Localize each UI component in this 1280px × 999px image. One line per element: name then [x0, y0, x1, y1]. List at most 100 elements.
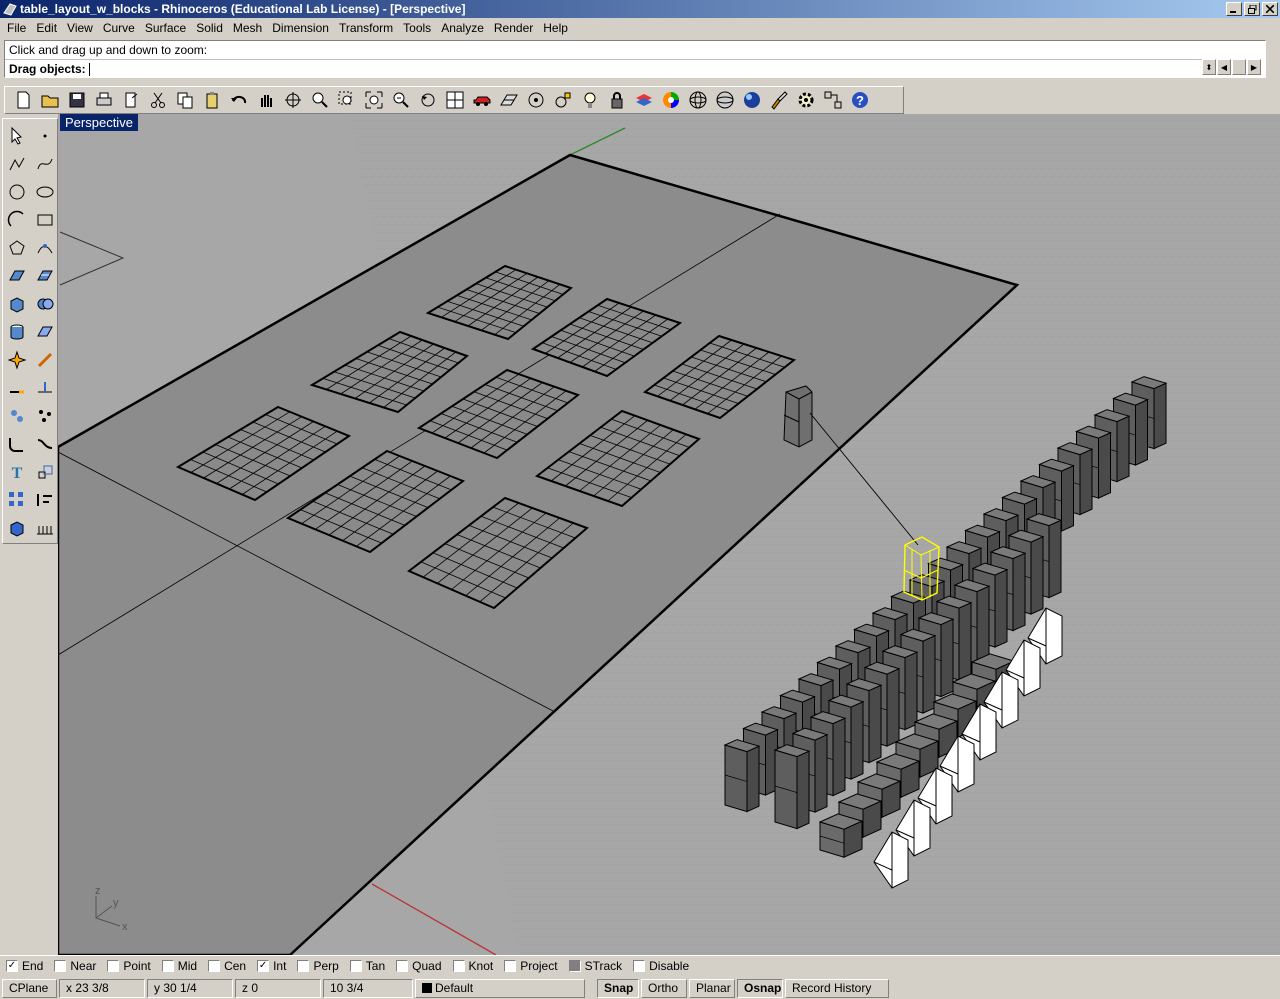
osnap-checkbox[interactable]: [396, 960, 409, 972]
menu-edit[interactable]: Edit: [31, 21, 62, 35]
osnap-checkbox[interactable]: [504, 960, 517, 972]
undo-view-button[interactable]: [414, 87, 441, 113]
patch-tool[interactable]: [32, 319, 58, 345]
align-tool[interactable]: [32, 487, 58, 513]
surface-tool[interactable]: [4, 263, 30, 289]
osnap-checkbox[interactable]: [349, 960, 362, 972]
ortho-toggle[interactable]: Ortho: [641, 978, 687, 998]
menu-solid[interactable]: Solid: [191, 21, 228, 35]
menu-dimension[interactable]: Dimension: [267, 21, 334, 35]
blend-tool[interactable]: [32, 431, 58, 457]
pan-button[interactable]: [252, 87, 279, 113]
menu-transform[interactable]: Transform: [334, 21, 398, 35]
osnap-checkbox[interactable]: [208, 960, 221, 972]
fillet-tool[interactable]: [4, 431, 30, 457]
planar-toggle[interactable]: Planar: [689, 978, 735, 998]
menu-file[interactable]: File: [2, 21, 31, 35]
osnap-disable[interactable]: Disable: [633, 959, 689, 973]
osnap-checkbox[interactable]: ✓: [6, 960, 18, 972]
snap-toggle[interactable]: Snap: [597, 978, 639, 998]
osnap-checkbox[interactable]: [633, 960, 646, 972]
menu-help[interactable]: Help: [538, 21, 573, 35]
osnap-tan[interactable]: Tan: [349, 959, 385, 973]
osnap-button[interactable]: [549, 87, 576, 113]
toolbar-layout-button[interactable]: [819, 87, 846, 113]
osnap-checkbox[interactable]: [161, 960, 174, 972]
osnap-cen[interactable]: Cen: [208, 959, 246, 973]
rectangle-tool[interactable]: [32, 207, 58, 233]
osnap-checkbox[interactable]: ✓: [257, 960, 270, 972]
perspective-viewport[interactable]: z y x: [58, 114, 1280, 955]
shaded-sphere-button[interactable]: [711, 87, 738, 113]
help-button[interactable]: ?: [846, 87, 873, 113]
polyline-tool[interactable]: [4, 151, 30, 177]
short-block[interactable]: [818, 813, 864, 858]
grid-button[interactable]: [495, 87, 522, 113]
menu-curve[interactable]: Curve: [98, 21, 140, 35]
scroll-left-button[interactable]: ◀: [1217, 59, 1231, 75]
select-arrow-tool[interactable]: [4, 123, 30, 149]
osnap-strack[interactable]: STrack: [568, 959, 622, 973]
tall-block[interactable]: [773, 744, 811, 830]
cylinder-tool[interactable]: [4, 319, 30, 345]
copy-button[interactable]: [171, 87, 198, 113]
color-wheel-button[interactable]: [657, 87, 684, 113]
circle-tool[interactable]: [4, 179, 30, 205]
minimize-button[interactable]: [1226, 2, 1242, 16]
split-tool[interactable]: [32, 375, 58, 401]
small-block-on-table[interactable]: [783, 385, 813, 448]
osnap-quad[interactable]: Quad: [396, 959, 442, 973]
record-history-toggle[interactable]: Record History: [785, 978, 889, 998]
render-sphere-button[interactable]: [738, 87, 765, 113]
menu-tools[interactable]: Tools: [398, 21, 436, 35]
close-button[interactable]: [1262, 2, 1278, 16]
settings-button[interactable]: [792, 87, 819, 113]
curve-edit-tool[interactable]: [32, 235, 58, 261]
zoom-button[interactable]: [306, 87, 333, 113]
lock-button[interactable]: [603, 87, 630, 113]
curve-tool[interactable]: [32, 151, 58, 177]
tall-block[interactable]: [723, 739, 761, 813]
menu-view[interactable]: View: [62, 21, 98, 35]
car-button[interactable]: [468, 87, 495, 113]
brush-button[interactable]: [765, 87, 792, 113]
menu-mesh[interactable]: Mesh: [228, 21, 267, 35]
command-line[interactable]: Drag objects:: [5, 59, 1205, 77]
explode-tool[interactable]: [4, 347, 30, 373]
cut-button[interactable]: [144, 87, 171, 113]
cplane-toggle[interactable]: CPlane: [2, 978, 57, 998]
point-cloud-tool[interactable]: [32, 403, 58, 429]
paste-button[interactable]: [198, 87, 225, 113]
osnap-checkbox[interactable]: [297, 960, 310, 972]
osnap-checkbox[interactable]: [452, 960, 465, 972]
menu-surface[interactable]: Surface: [140, 21, 191, 35]
block-tool[interactable]: [4, 515, 30, 541]
osnap-near[interactable]: Near: [54, 959, 96, 973]
osnap-mid[interactable]: Mid: [161, 959, 197, 973]
zoom-selected-button[interactable]: [387, 87, 414, 113]
surface-edit-tool[interactable]: [32, 263, 58, 289]
command-history-scrollbar[interactable]: [1268, 40, 1280, 78]
osnap-knot[interactable]: Knot: [452, 959, 493, 973]
light-button[interactable]: [576, 87, 603, 113]
group-tool[interactable]: [4, 403, 30, 429]
menu-analyze[interactable]: Analyze: [436, 21, 489, 35]
osnap-project[interactable]: Project: [504, 959, 558, 973]
osnap-point[interactable]: Point: [107, 959, 151, 973]
arc-tool[interactable]: [4, 207, 30, 233]
text-tool[interactable]: T: [4, 459, 30, 485]
point-tool-tool[interactable]: [32, 123, 58, 149]
zoom-window-button[interactable]: [333, 87, 360, 113]
osnap-checkbox[interactable]: [54, 960, 67, 972]
rotate-view-button[interactable]: [279, 87, 306, 113]
print-button[interactable]: [90, 87, 117, 113]
scale-tool[interactable]: [32, 459, 58, 485]
wireframe-sphere-button[interactable]: [684, 87, 711, 113]
layer-button[interactable]: [630, 87, 657, 113]
extend-tool[interactable]: [4, 375, 30, 401]
solid-union-tool[interactable]: [32, 291, 58, 317]
dimension-tool[interactable]: [32, 515, 58, 541]
ellipse-tool[interactable]: [32, 179, 58, 205]
menu-render[interactable]: Render: [489, 21, 538, 35]
osnap-checkbox[interactable]: [107, 960, 120, 972]
